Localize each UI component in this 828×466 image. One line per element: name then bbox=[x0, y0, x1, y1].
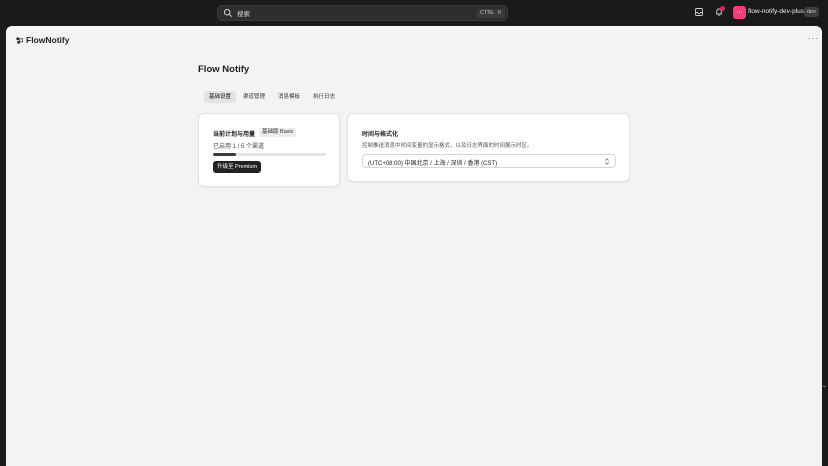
shortcut-k-key: K bbox=[495, 9, 505, 18]
time-card-description: 控制推送消息中时间变量的显示格式，以及日志界面的时间展示时区。 bbox=[362, 143, 533, 149]
main-panel: FlowNotify ··· Flow Notify bbox=[6, 26, 822, 466]
app-name[interactable]: flow-notify-dev-plus bbox=[748, 8, 804, 15]
plan-card-title: 当前计划与用量 bbox=[213, 132, 256, 138]
more-options-icon[interactable]: ··· bbox=[808, 34, 819, 43]
search-bar[interactable]: 搜索 CTRL K bbox=[217, 5, 508, 21]
timezone-select-value: (UTC+08:00) 中国北京 / 上海 / 深圳 / 香港 (CST) bbox=[368, 161, 498, 167]
time-card-title: 时间与格式化 bbox=[362, 132, 399, 138]
tab-execution-logs[interactable]: 执行日志 bbox=[308, 91, 340, 103]
tab-message-templates[interactable]: 消息模板 bbox=[273, 91, 305, 103]
page-title: Flow Notify bbox=[198, 64, 250, 75]
brand: FlowNotify bbox=[16, 35, 69, 45]
usage-progress-bar bbox=[213, 153, 326, 156]
plan-badge: 基础版 Basic bbox=[259, 128, 297, 137]
top-bar: 搜索 CTRL K ⋯ flow-notify-dev-plus dev bbox=[0, 0, 828, 25]
notification-badge bbox=[720, 6, 725, 11]
scroll-indicator-icon[interactable] bbox=[822, 384, 827, 389]
env-tag: dev bbox=[804, 7, 819, 17]
flownotify-logo-icon bbox=[16, 36, 23, 44]
time-format-card: 时间与格式化 控制推送消息中时间变量的显示格式，以及日志界面的时间展示时区。 (… bbox=[347, 113, 630, 182]
plan-usage-card: 当前计划与用量 基础版 Basic 已启用 1 / 5 个渠道 升级至 Prem… bbox=[198, 113, 340, 187]
tab-channel-management[interactable]: 渠道管理 bbox=[238, 91, 270, 103]
usage-progress-fill bbox=[213, 153, 236, 156]
tab-basic-settings[interactable]: 基础设置 bbox=[204, 91, 237, 103]
channel-usage-text: 已启用 1 / 5 个渠道 bbox=[213, 144, 265, 150]
app-avatar[interactable]: ⋯ bbox=[733, 6, 746, 19]
search-icon bbox=[223, 8, 232, 17]
upgrade-premium-button[interactable]: 升级至 Premium bbox=[213, 161, 262, 173]
timezone-select[interactable]: (UTC+08:00) 中国北京 / 上海 / 深圳 / 香港 (CST) bbox=[362, 154, 616, 168]
chevron-up-down-icon bbox=[605, 158, 609, 165]
inbox-icon[interactable] bbox=[694, 7, 704, 17]
brand-name: FlowNotify bbox=[26, 35, 70, 45]
search-placeholder: 搜索 bbox=[237, 11, 250, 18]
